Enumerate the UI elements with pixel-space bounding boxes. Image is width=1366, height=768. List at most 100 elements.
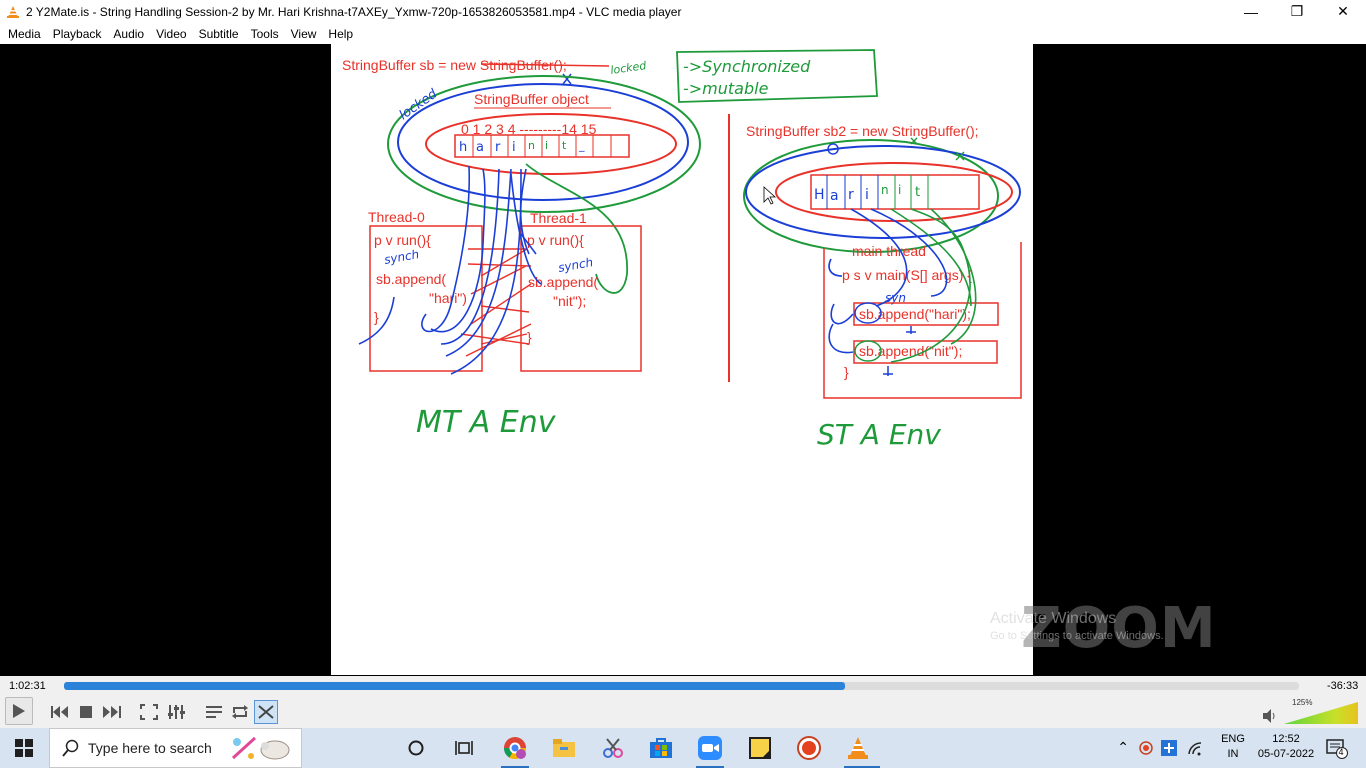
next-button[interactable] [100,700,124,724]
volume-slider[interactable] [1284,702,1358,724]
menu-help[interactable]: Help [322,27,359,41]
start-button[interactable] [10,734,38,762]
thread1-label: Thread-1 [530,210,587,226]
menu-media[interactable]: Media [2,27,47,41]
notification-count: 4 [1338,747,1344,757]
thread0-code-0: p v run(){ [374,232,431,248]
note-line-0: ->Synchronized [683,57,811,76]
activate-subtitle: Go to Settings to activate Windows. [990,630,1164,642]
loop-button[interactable] [228,700,252,724]
right-cell-6: t [915,185,920,200]
thread1-code-0: p v run(){ [527,232,584,248]
menu-subtitle[interactable]: Subtitle [193,27,245,41]
lang-bottom: IN [1227,748,1239,760]
main-code-1: sb.append("hari"); [859,306,971,322]
video-area[interactable]: StringBuffer sb = new StringBuffer(); lo… [0,44,1366,676]
right-header: StringBuffer sb2 = new StringBuffer(); [746,123,979,139]
restore-icon: ❐ [1290,3,1304,19]
vlc-taskbar-button[interactable] [844,734,872,762]
recording-tray-icon[interactable] [1139,741,1153,755]
arrow-r1 [828,258,843,277]
thread0-label: Thread-0 [368,209,425,225]
zoom-app-button[interactable] [696,734,724,762]
scissors-icon [603,738,623,758]
loop-icon [232,705,248,719]
search-placeholder: Type here to search [88,740,212,756]
left-cell-3: i [512,140,516,155]
windows-logo-icon [15,739,33,757]
fullscreen-button[interactable] [137,700,161,724]
arrow-r2 [830,303,854,325]
store-button[interactable] [647,734,675,762]
left-cell-4: n [528,139,535,152]
remaining-time[interactable]: -36:33 [1327,680,1358,692]
thread0-code-1: sb.append( [376,271,446,287]
left-cell-0: h [459,140,467,155]
wifi-icon[interactable] [1187,742,1203,756]
tray-chevron-icon[interactable]: ⌃ [1117,739,1129,756]
window-title: 2 Y2Mate.is - String Handling Session-2 … [26,4,682,19]
menu-tools[interactable]: Tools [245,27,285,41]
synch-label-1: synch [557,255,594,275]
chrome-icon [504,737,526,759]
record-icon [797,736,821,760]
volume-control[interactable]: 125% [1262,698,1362,726]
recorder-button[interactable] [795,734,823,762]
whiteboard: StringBuffer sb = new StringBuffer(); lo… [331,44,1033,675]
menu-playback[interactable]: Playback [47,27,108,41]
stop-icon [80,706,92,718]
right-cell-4: n [881,183,889,197]
zoom-app-icon [698,736,722,760]
thread0-code-2: "hari") [429,290,467,306]
taskbar-search[interactable]: Type here to search [49,728,302,768]
right-cell-2: r [848,187,854,203]
search-highlight-icon [231,736,290,760]
plus-tray-icon[interactable] [1161,740,1177,756]
menu-view[interactable]: View [285,27,323,41]
elapsed-time: 1:02:31 [9,680,46,692]
previous-icon [51,706,68,718]
playlist-button[interactable] [202,700,226,724]
task-view-button[interactable] [450,734,478,762]
clock[interactable]: 12:52 05-07-2022 [1254,733,1318,760]
speaker-icon [1263,709,1275,723]
extended-settings-button[interactable] [164,700,188,724]
minimize-icon: — [1244,3,1258,20]
thread1-code-2: "nit"); [553,293,586,309]
stop-button[interactable] [74,700,98,724]
thread0-code-3: } [374,309,379,325]
extended-settings-icon [168,705,185,719]
left-cell-6: t [562,139,567,152]
close-button[interactable]: ✕ [1320,0,1366,23]
right-cell-0: H [814,187,825,203]
left-cell-2: r [495,140,501,155]
minimize-button[interactable]: — [1228,0,1274,23]
sticky-notes-button[interactable] [746,734,774,762]
task-view-icon [455,741,473,755]
restore-button[interactable]: ❐ [1274,0,1320,23]
lang-top: ENG [1221,733,1245,745]
playlist-icon [206,706,222,718]
language-indicator[interactable]: ENG IN [1218,733,1248,760]
seek-progress [64,682,845,690]
menu-audio[interactable]: Audio [107,27,150,41]
taskbar: Type here to search ⌃ ENG IN 12:52 05-07… [0,728,1366,768]
locked-label-top: locked [610,59,648,77]
whiteboard-drawing: StringBuffer sb = new StringBuffer(); lo… [342,49,1022,451]
cortana-button[interactable] [402,734,430,762]
seek-bar[interactable] [64,682,1299,690]
activate-windows-watermark: Activate Windows Go to Settings to activ… [990,610,1164,642]
menu-video[interactable]: Video [150,27,192,41]
folder-icon [553,739,575,757]
left-cell-7: _ [578,139,585,152]
chrome-button[interactable] [501,734,529,762]
previous-button[interactable] [48,700,72,724]
shuffle-button[interactable] [254,700,278,724]
snipping-tool-button[interactable] [599,734,627,762]
file-explorer-button[interactable] [550,734,578,762]
play-button[interactable] [5,697,33,725]
next-icon [103,706,121,718]
note-line-1: ->mutable [683,79,769,98]
vlc-cone-icon [848,737,868,759]
right-cell-5: i [898,183,901,197]
